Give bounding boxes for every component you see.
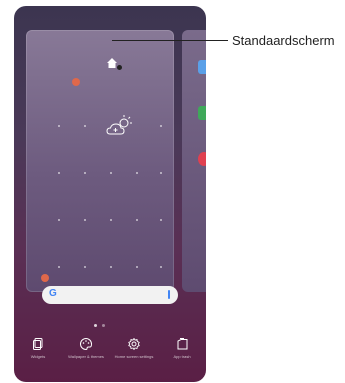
app-trash-label: App trash xyxy=(173,354,191,359)
palette-icon xyxy=(80,338,92,350)
trash-icon xyxy=(177,338,187,350)
widgets-label: Widgets xyxy=(30,354,46,359)
page-indicator-dot xyxy=(94,324,97,327)
google-search-widget[interactable]: G xyxy=(42,286,178,304)
home-screen-settings-label: Home screen settings xyxy=(114,354,154,359)
widgets-icon xyxy=(33,338,43,350)
callout-anchor-dot xyxy=(117,65,122,70)
google-logo: G xyxy=(49,288,57,299)
callout-label: Standaardscherm xyxy=(232,33,335,48)
home-screen-settings-button[interactable]: Home screen settings xyxy=(110,338,158,359)
maps-app-icon xyxy=(198,106,206,120)
weather-icon xyxy=(106,115,132,135)
home-page-preview[interactable]: G xyxy=(26,30,178,304)
wallpaper-themes-button[interactable]: Wallpaper & themes xyxy=(62,338,110,359)
edit-mode-toolbar: Widgets Wallpaper & themes Home screen s… xyxy=(14,328,206,382)
callout-line xyxy=(112,40,228,41)
page-indicator-dot xyxy=(102,324,105,327)
wallpaper-themes-label: Wallpaper & themes xyxy=(68,354,104,359)
phone-screen: G Widgets Wallpaper & themes Home screen… xyxy=(14,6,206,382)
gear-icon xyxy=(128,338,140,350)
remove-widget-icon[interactable] xyxy=(41,274,49,282)
remove-page-icon[interactable] xyxy=(72,78,80,86)
app-icon xyxy=(198,152,206,166)
app-trash-button[interactable]: App trash xyxy=(158,338,206,359)
widgets-button[interactable]: Widgets xyxy=(14,338,62,359)
microphone-icon[interactable] xyxy=(168,290,170,299)
calendar-app-icon xyxy=(198,60,206,74)
